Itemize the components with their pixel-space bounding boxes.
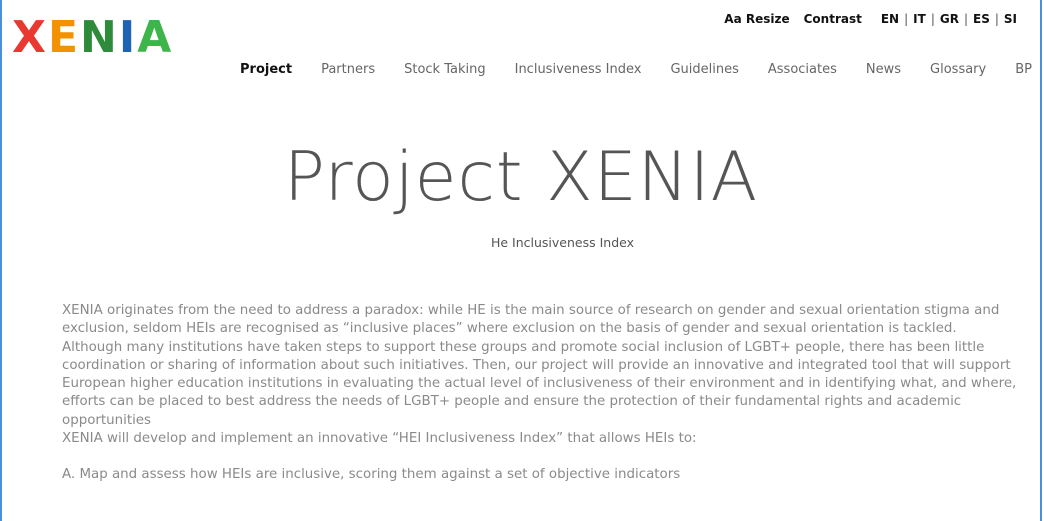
logo-letter-n: N bbox=[80, 12, 119, 63]
page-title: Project XENIA bbox=[283, 138, 759, 217]
nav-item-partners[interactable]: Partners bbox=[321, 62, 375, 77]
nav-item-bp[interactable]: BP bbox=[1015, 62, 1032, 77]
logo-letter-i: I bbox=[118, 12, 138, 63]
contrast-button[interactable]: Contrast bbox=[804, 12, 862, 26]
logo-letter-x: X bbox=[12, 12, 48, 63]
xenia-logo[interactable]: XENIA bbox=[12, 16, 173, 60]
lang-es[interactable]: ES bbox=[968, 12, 995, 26]
nav-item-glossary[interactable]: Glossary bbox=[930, 62, 986, 77]
language-switcher: EN | IT | GR | ES | SI bbox=[876, 12, 1022, 26]
list-item: A. Map and assess how HEIs are inclusive… bbox=[62, 467, 681, 483]
main-content: XENIA originates from the need to addres… bbox=[62, 302, 1028, 485]
index-intro-paragraph: XENIA will develop and implement an inno… bbox=[62, 431, 697, 447]
lang-gr[interactable]: GR bbox=[935, 12, 964, 26]
main-nav: Project Partners Stock Taking Inclusiven… bbox=[240, 62, 1032, 77]
body-paragraph: Although many institutions have taken st… bbox=[62, 339, 1017, 428]
nav-item-guidelines[interactable]: Guidelines bbox=[670, 62, 738, 77]
nav-item-news[interactable]: News bbox=[866, 62, 901, 77]
lang-it[interactable]: IT bbox=[908, 12, 931, 26]
accessibility-bar: Aa Resize Contrast EN | IT | GR | ES | S… bbox=[710, 12, 1022, 26]
page-subtitle: He Inclusiveness Index bbox=[490, 235, 635, 250]
nav-item-associates[interactable]: Associates bbox=[768, 62, 837, 77]
logo-letter-e: E bbox=[47, 12, 80, 63]
lang-si[interactable]: SI bbox=[999, 12, 1022, 26]
nav-item-stock-taking[interactable]: Stock Taking bbox=[404, 62, 486, 77]
lang-en[interactable]: EN bbox=[876, 12, 904, 26]
nav-item-project[interactable]: Project bbox=[240, 62, 292, 77]
resize-button[interactable]: Aa Resize bbox=[724, 12, 789, 26]
logo-letter-a: A bbox=[137, 12, 174, 63]
nav-item-inclusiveness-index[interactable]: Inclusiveness Index bbox=[515, 62, 642, 77]
intro-paragraph: XENIA originates from the need to addres… bbox=[62, 303, 1000, 337]
